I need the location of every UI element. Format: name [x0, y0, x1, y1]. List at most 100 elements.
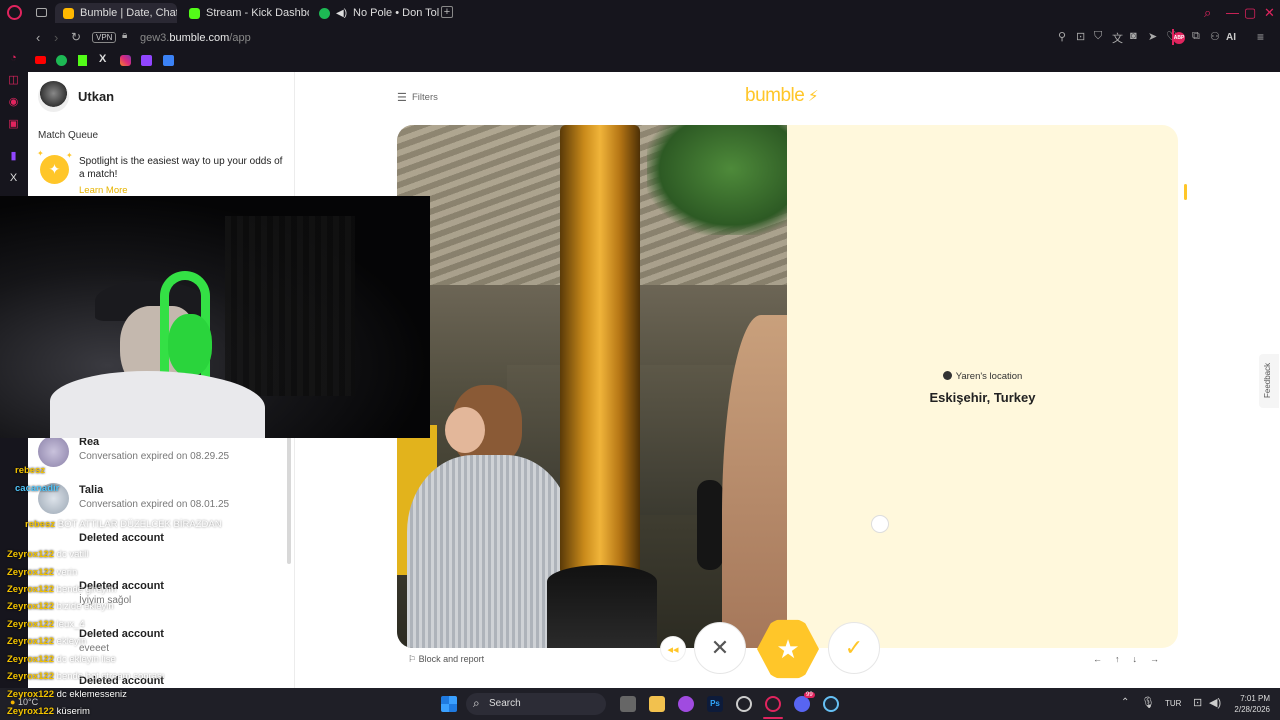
tray-chevron-icon[interactable]: ⌃: [1121, 697, 1129, 708]
bumble-logo[interactable]: bumble ⚡︎: [745, 85, 819, 107]
adblock-icon[interactable]: ABP: [1173, 32, 1185, 44]
cursor-indicator: [871, 515, 889, 533]
task-view-icon[interactable]: [620, 696, 636, 712]
close-window-icon[interactable]: ✕: [1264, 5, 1275, 21]
reload-icon[interactable]: ↻: [71, 30, 81, 44]
spotlight-text: Spotlight is the easiest way to up your …: [79, 156, 283, 180]
photo-beer-tower: [560, 125, 640, 575]
backtrack-button[interactable]: ◂◂: [660, 636, 686, 662]
tab-kick[interactable]: Stream - Kick Dashboard: [181, 3, 309, 23]
chat-message: verin: [56, 567, 78, 578]
clock[interactable]: 7:01 PM 2/28/2026: [1226, 693, 1270, 715]
shield-icon[interactable]: ⛉: [1094, 30, 1102, 43]
translate-icon[interactable]: 文: [1112, 30, 1123, 46]
search-icon: ⌕: [473, 696, 480, 710]
messenger-icon[interactable]: ◉: [7, 96, 20, 109]
tab-label: No Pole • Don Toliver: [353, 7, 439, 19]
arrow-up-icon: ↑: [1115, 654, 1120, 664]
like-button[interactable]: ✓: [828, 622, 880, 674]
sparkle-icon: ✦: [37, 149, 44, 158]
chat-message: dc vatill: [56, 549, 89, 560]
twitch-bookmark-icon[interactable]: [141, 55, 152, 66]
logo-text: bumble: [745, 85, 805, 106]
learn-more-link[interactable]: Learn More: [79, 185, 128, 196]
bookmark-app-icon[interactable]: [163, 55, 174, 66]
chat-username: Zeyrox122: [7, 601, 55, 612]
vpn-badge[interactable]: VPN: [92, 32, 117, 43]
discord-icon[interactable]: [794, 696, 810, 712]
snapshot-icon[interactable]: ⊡: [1076, 30, 1085, 43]
pass-button[interactable]: ✕: [694, 622, 746, 674]
instagram-bookmark-icon[interactable]: [120, 55, 131, 66]
search-tabs-icon[interactable]: ⌕: [1204, 5, 1211, 21]
steam-icon[interactable]: [823, 696, 839, 712]
chat-message: BOT ATTILAR DÜZELCEK BİRAZDAN: [57, 519, 222, 530]
photo-tap: [697, 480, 723, 570]
filters-button[interactable]: Filters: [412, 92, 438, 103]
new-tab-button[interactable]: +: [441, 6, 453, 18]
crypto-wallet-icon[interactable]: ◫: [7, 74, 20, 87]
x-twitter-icon[interactable]: X: [7, 172, 20, 185]
avatar[interactable]: [38, 81, 69, 112]
user-name[interactable]: Utkan: [78, 89, 114, 104]
flow-icon[interactable]: ◔: [7, 52, 20, 65]
url-host: bumble.com: [169, 32, 230, 44]
youtube-bookmark-icon[interactable]: [35, 56, 46, 64]
x-bookmark-icon[interactable]: X: [99, 53, 106, 65]
instagram-sidebar-icon[interactable]: ▣: [7, 118, 20, 131]
chat-username: Zeyrox122: [7, 567, 55, 578]
workspaces-icon[interactable]: [36, 8, 47, 17]
app-icon[interactable]: [736, 696, 752, 712]
send-icon[interactable]: ➤: [1148, 30, 1157, 43]
filters-icon[interactable]: ☰: [397, 91, 407, 104]
twitch-icon[interactable]: ▮: [7, 150, 20, 163]
opera-taskbar-icon[interactable]: [765, 696, 781, 712]
kick-favicon-icon: [189, 7, 200, 19]
search-label: Search: [489, 698, 521, 709]
kick-bookmark-icon[interactable]: [78, 55, 87, 66]
pin-icon[interactable]: ⚲: [1058, 30, 1066, 43]
opera-logo-icon[interactable]: [7, 5, 22, 20]
feedback-tab[interactable]: Feedback: [1259, 354, 1279, 408]
microphone-icon[interactable]: 🎙︎: [1141, 696, 1155, 709]
sparkle-icon: ✦: [66, 151, 73, 160]
back-icon[interactable]: ‹: [36, 30, 40, 45]
network-icon[interactable]: ⊡: [1193, 696, 1202, 709]
spotlight-icon[interactable]: ✦: [40, 155, 69, 184]
block-report-link[interactable]: ⚐ Block and report: [408, 654, 484, 665]
tab-bumble[interactable]: Bumble | Date, Chat, Meet: [55, 3, 177, 23]
lock-icon[interactable]: 🔒︎: [122, 30, 127, 41]
profile-photo[interactable]: [397, 125, 787, 648]
language-indicator[interactable]: TUR: [1165, 699, 1181, 708]
spotify-bookmark-icon[interactable]: [56, 55, 67, 66]
chat-username: rebesz: [25, 519, 56, 530]
volume-icon[interactable]: ◀): [1209, 696, 1221, 709]
profile-icon[interactable]: ⚇: [1210, 30, 1220, 43]
block-report-label: Block and report: [418, 654, 485, 664]
menu-icon[interactable]: ≡: [1257, 30, 1264, 44]
taskbar-search[interactable]: ⌕ Search: [466, 693, 606, 715]
photoshop-icon[interactable]: Ps: [707, 696, 723, 712]
scrollbar[interactable]: [287, 436, 291, 564]
chat-message: bizide ekleyin: [56, 601, 114, 612]
tab-spotify[interactable]: ◀) No Pole • Don Toliver: [311, 3, 439, 23]
spotify-favicon-icon: [319, 7, 330, 19]
camera-icon[interactable]: ◙: [1130, 30, 1137, 42]
maximize-icon[interactable]: ▢: [1244, 5, 1256, 21]
url-field[interactable]: gew3.bumble.com/app: [140, 32, 251, 44]
arrow-left-icon: ←: [1093, 654, 1102, 664]
chat-username: Zeyrox122: [7, 689, 55, 700]
extensions-icon[interactable]: ⧉: [1192, 30, 1200, 43]
flag-icon: ⚐: [408, 654, 419, 664]
chat-username: Zeyrox122: [7, 654, 55, 665]
app-icon[interactable]: [678, 696, 694, 712]
windows-start-icon[interactable]: [441, 696, 457, 712]
bookmarks-bar: X: [28, 50, 1280, 72]
file-explorer-icon[interactable]: [649, 696, 665, 712]
speaker-icon[interactable]: ◀): [336, 8, 347, 19]
minimize-icon[interactable]: —: [1226, 5, 1239, 20]
keyboard-hints: ← ↑ ↓ →: [1093, 654, 1159, 664]
forward-icon[interactable]: ›: [54, 30, 58, 45]
location-label: Yaren's location: [955, 371, 1023, 382]
ai-button[interactable]: AI: [1226, 32, 1236, 43]
